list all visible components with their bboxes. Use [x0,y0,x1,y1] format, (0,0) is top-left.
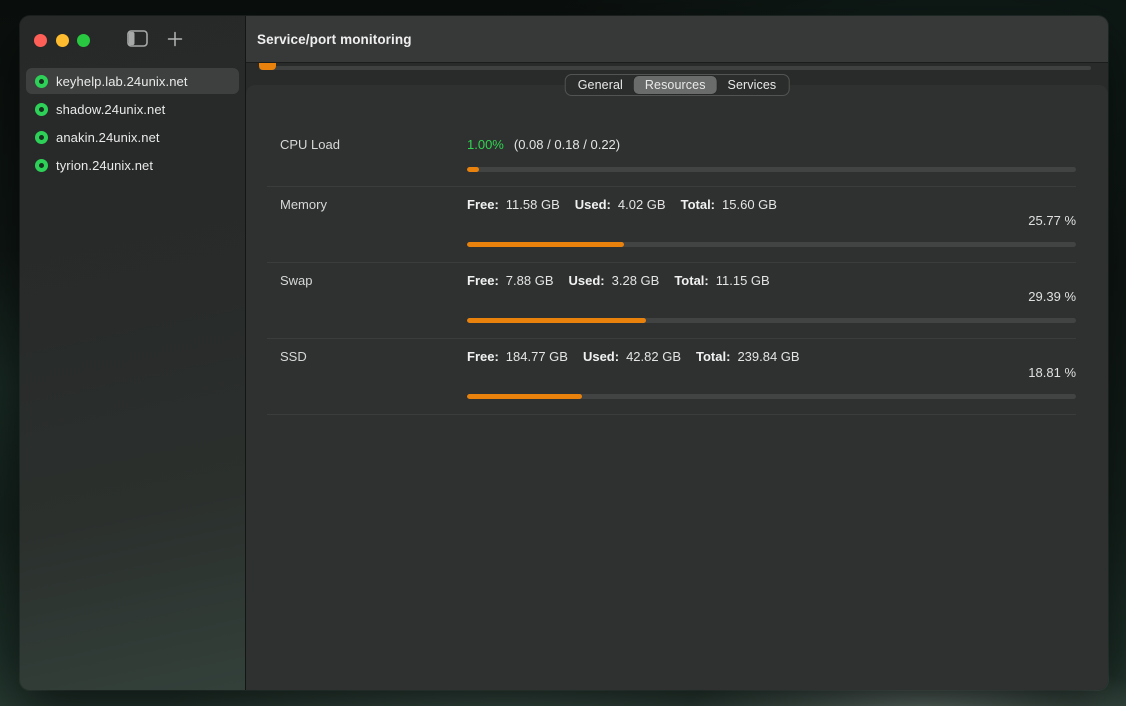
resource-percent: 25.77 % [467,213,1076,227]
resource-rows: Memory Free: 11.58 GB Used: 4.02 GB Tota… [246,187,1108,415]
free-value: 11.58 GB [506,197,560,212]
cpu-load-label: CPU Load [280,137,467,172]
free-label: Free: [467,349,499,364]
resource-percent: 18.81 % [467,365,1076,379]
total-label: Total: [696,349,730,364]
desktop-background: keyhelp.lab.24unix.net shadow.24unix.net… [0,0,1126,706]
app-window: keyhelp.lab.24unix.net shadow.24unix.net… [20,16,1108,690]
server-list: keyhelp.lab.24unix.net shadow.24unix.net… [20,68,245,180]
total-value: 239.84 GB [737,349,799,364]
tab[interactable]: Resources [634,76,717,94]
window-title: Service/port monitoring [257,32,412,47]
resource-info: Free: 7.88 GB Used: 3.28 GB Total: 11.15… [467,273,1076,287]
used-label: Used: [575,197,611,212]
close-button[interactable] [34,34,47,47]
used-value: 3.28 GB [612,273,660,288]
resource-percent: 29.39 % [467,289,1076,303]
resource-section: Memory Free: 11.58 GB Used: 4.02 GB Tota… [246,187,1108,262]
server-name: anakin.24unix.net [56,130,160,145]
plus-icon [167,31,183,50]
sidebar-toggle-icon [127,30,148,50]
resource-label: SSD [280,349,467,399]
free-label: Free: [467,273,499,288]
resources-card: CPU Load 1.00% (0.08 / 0.18 / 0.22) [246,85,1108,690]
resource-info: Free: 184.77 GB Used: 42.82 GB Total: 23… [467,349,1076,363]
sidebar-server-item[interactable]: keyhelp.lab.24unix.net [26,68,239,94]
cpu-load-averages: (0.08 / 0.18 / 0.22) [514,137,620,152]
sidebar-toggle-button[interactable] [124,26,152,54]
progress-fill [467,318,646,323]
server-status-icon [35,75,48,88]
used-label: Used: [569,273,605,288]
clipped-progress-fill [259,63,276,70]
sidebar-server-item[interactable]: tyrion.24unix.net [26,152,239,178]
clipped-progress-bar [259,66,1091,70]
server-name: keyhelp.lab.24unix.net [56,74,188,89]
free-value: 7.88 GB [506,273,554,288]
server-status-icon [35,131,48,144]
tab-bar: General Resources Services [565,74,790,96]
sidebar-server-item[interactable]: anakin.24unix.net [26,124,239,150]
add-server-button[interactable] [162,26,188,54]
free-value: 184.77 GB [506,349,568,364]
total-label: Total: [681,197,715,212]
tab[interactable]: Services [717,76,788,94]
resource-info: Free: 11.58 GB Used: 4.02 GB Total: 15.6… [467,197,1076,211]
used-label: Used: [583,349,619,364]
resource-section: SSD Free: 184.77 GB Used: 42.82 GB Total… [246,339,1108,414]
section-divider [267,414,1076,415]
minimize-button[interactable] [56,34,69,47]
sidebar: keyhelp.lab.24unix.net shadow.24unix.net… [20,16,246,690]
used-value: 4.02 GB [618,197,666,212]
tab[interactable]: General [567,76,634,94]
detail-pane: Service/port monitoring CPU Load 1.00% [246,16,1108,690]
server-status-icon [35,159,48,172]
cpu-progress-bar [467,167,1076,172]
cpu-load-section: CPU Load 1.00% (0.08 / 0.18 / 0.22) [246,85,1108,186]
resource-label: Swap [280,273,467,323]
monitor-content: CPU Load 1.00% (0.08 / 0.18 / 0.22) [246,63,1108,690]
cpu-load-value: 1.00% [467,137,504,152]
total-label: Total: [674,273,708,288]
zoom-button[interactable] [77,34,90,47]
total-value: 15.60 GB [722,197,777,212]
resource-progress-bar [467,318,1076,323]
progress-fill [467,394,582,399]
free-label: Free: [467,197,499,212]
resource-label: Memory [280,197,467,247]
progress-fill [467,167,479,172]
resource-section: Swap Free: 7.88 GB Used: 3.28 GB Total: … [246,263,1108,338]
total-value: 11.15 GB [716,273,770,288]
progress-fill [467,242,624,247]
used-value: 42.82 GB [626,349,681,364]
resource-progress-bar [467,242,1076,247]
resource-progress-bar [467,394,1076,399]
sidebar-toolbar [20,16,245,64]
window-titlebar: Service/port monitoring [246,16,1108,63]
server-name: shadow.24unix.net [56,102,165,117]
server-status-icon [35,103,48,116]
server-name: tyrion.24unix.net [56,158,153,173]
sidebar-server-item[interactable]: shadow.24unix.net [26,96,239,122]
